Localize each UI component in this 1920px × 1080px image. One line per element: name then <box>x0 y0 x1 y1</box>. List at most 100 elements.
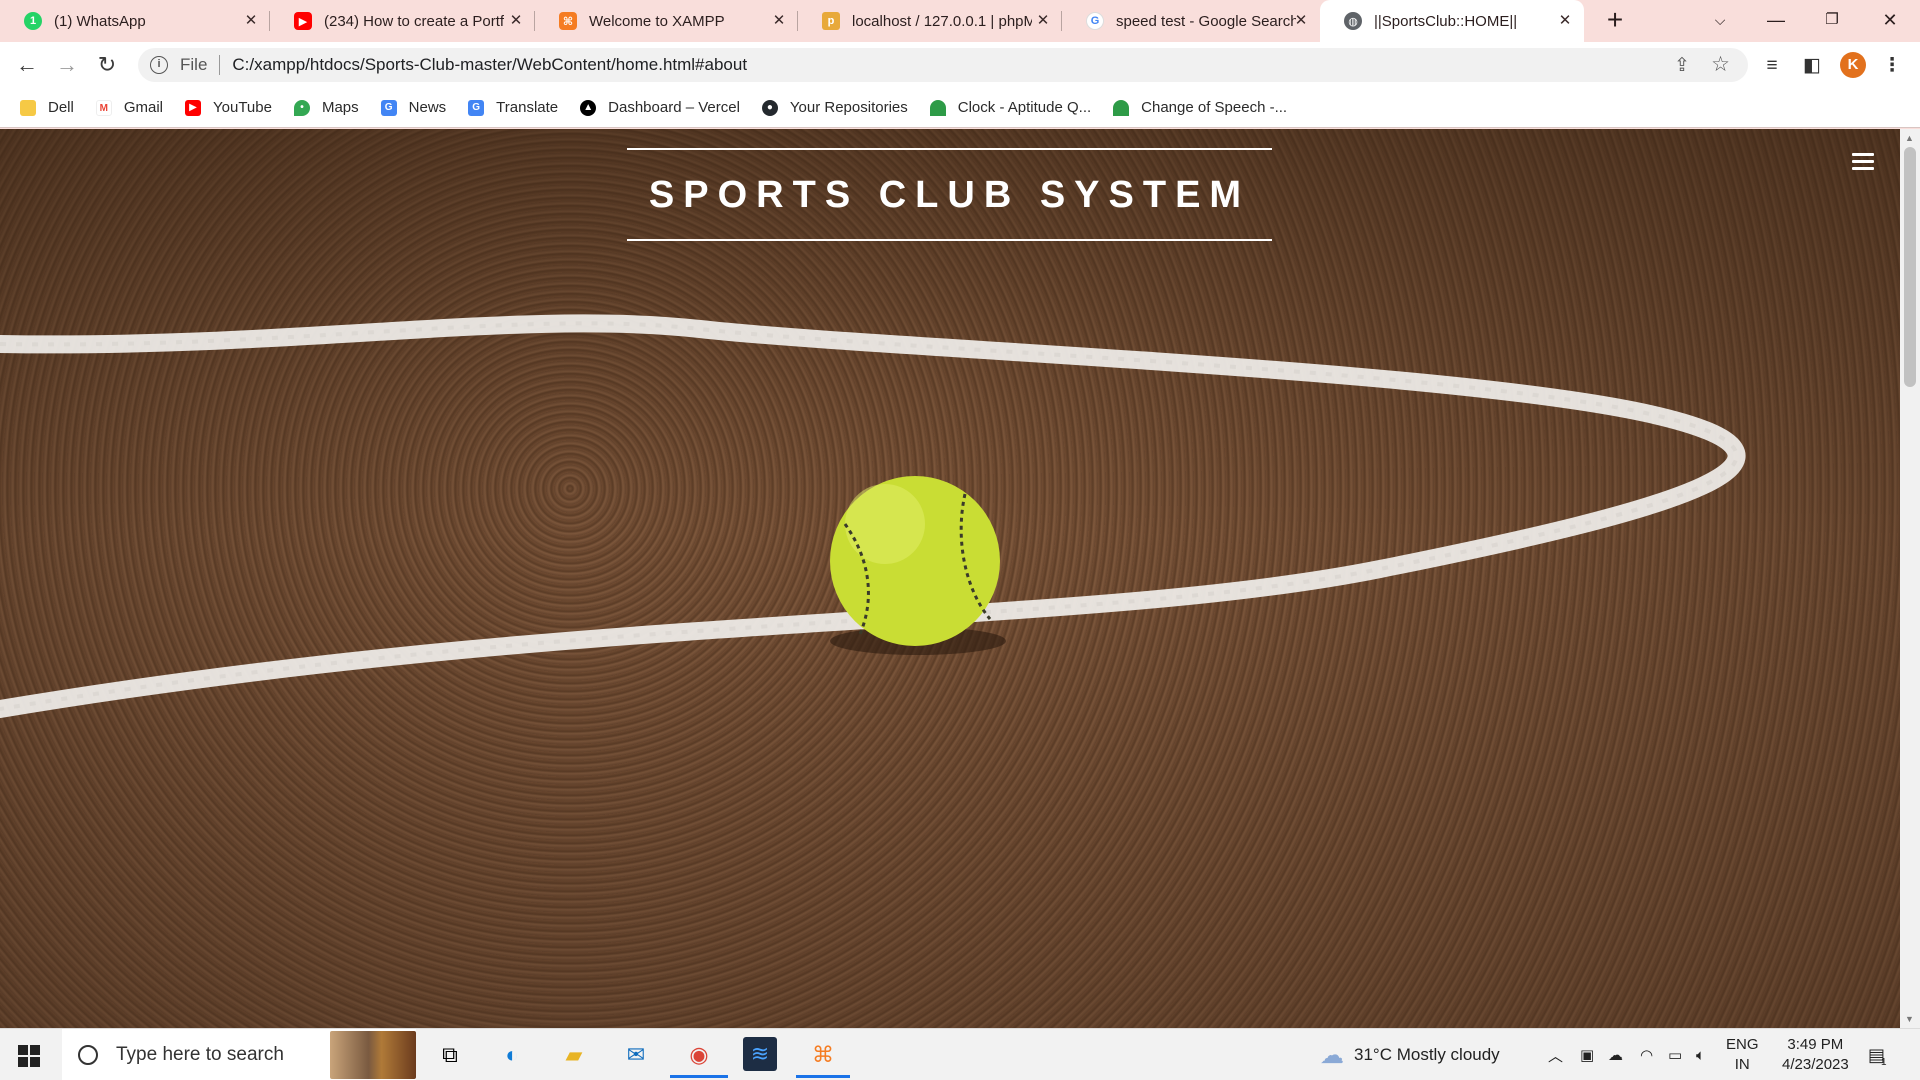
tab-xampp[interactable]: ⌘ Welcome to XAMPP ✕ <box>535 0 798 42</box>
close-icon[interactable]: ✕ <box>1292 12 1310 30</box>
clock-date: 4/23/2023 <box>1782 1056 1849 1073</box>
softball-field-illustration <box>0 314 1746 718</box>
windows-taskbar: Type here to search ⧉ ◐ ▰ ✉ ◉ ≋ ⌘ ☁ 31°C… <box>0 1028 1920 1080</box>
page-scrollbar[interactable]: ▲ ▼ <box>1900 129 1920 1028</box>
windows-start-icon[interactable] <box>18 1045 40 1067</box>
new-tab-button[interactable]: + <box>1600 6 1630 36</box>
onedrive-icon[interactable]: ☁ <box>1608 1029 1623 1080</box>
bookmark-label: News <box>408 99 447 116</box>
wifi-icon[interactable]: ◠ <box>1640 1029 1653 1080</box>
translate-icon: G <box>468 99 485 116</box>
notifications-icon[interactable]: ▤ 1 <box>1868 1029 1887 1080</box>
bookmark-maps[interactable]: • Maps <box>293 99 359 116</box>
reload-icon[interactable]: ↻ <box>92 50 122 80</box>
minimize-button[interactable]: — <box>1748 0 1804 42</box>
palm-icon <box>1113 99 1130 116</box>
clock[interactable]: 3:49 PM 4/23/2023 <box>1782 1035 1849 1075</box>
xampp-icon: ⌘ <box>559 12 577 30</box>
scroll-up-icon[interactable]: ▲ <box>1905 133 1914 143</box>
tab-search-chevron-icon[interactable]: ⌵ <box>1692 0 1748 42</box>
search-highlight-image[interactable] <box>330 1031 416 1079</box>
search-placeholder: Type here to search <box>116 1044 284 1065</box>
bookmark-youtube[interactable]: ▶ YouTube <box>185 99 272 116</box>
bookmark-label: Your Repositories <box>789 99 908 116</box>
bookmark-github[interactable]: ● Your Repositories <box>761 99 908 116</box>
close-icon[interactable]: ✕ <box>242 12 260 30</box>
language-indicator[interactable]: ENG IN <box>1726 1035 1759 1075</box>
back-arrow-icon[interactable]: ← <box>12 50 42 80</box>
xampp-active-indicator <box>796 1075 850 1078</box>
folder-icon <box>20 99 36 116</box>
battery-icon[interactable]: ▭ <box>1668 1029 1682 1080</box>
close-icon[interactable]: ✕ <box>507 12 525 30</box>
bookmark-gmail[interactable]: M Gmail <box>95 99 164 116</box>
file-explorer-icon[interactable]: ▰ <box>556 1037 592 1073</box>
share-icon[interactable]: ⇪ <box>1674 54 1690 77</box>
tab-youtube[interactable]: ▶ (234) How to create a Portfo ✕ <box>270 0 535 42</box>
bookmark-star-icon[interactable]: ☆ <box>1711 52 1730 77</box>
edge-icon[interactable]: ◐ <box>494 1037 530 1073</box>
bookmark-label: Clock - Aptitude Q... <box>957 99 1092 116</box>
tab-whatsapp[interactable]: 1 (1) WhatsApp ✕ <box>0 0 270 42</box>
profile-avatar[interactable]: K <box>1840 52 1866 78</box>
close-icon[interactable]: ✕ <box>1556 12 1574 30</box>
weather-text: 31°C Mostly cloudy <box>1354 1045 1500 1064</box>
tab-title: localhost / 127.0.0.1 | phpMy <box>852 12 1032 30</box>
info-icon[interactable]: i <box>150 56 168 74</box>
cloudy-weather-icon: ☁ <box>1320 1041 1344 1069</box>
media-control-icon[interactable]: ≡ <box>1760 54 1784 78</box>
forward-arrow-icon[interactable]: → <box>52 50 82 80</box>
url-text[interactable]: C:/xampp/htdocs/Sports-Club-master/WebCo… <box>232 55 747 75</box>
site-brand[interactable]: SPORTS CLUB SYSTEM <box>627 148 1272 241</box>
bookmark-dell[interactable]: Dell <box>20 99 74 116</box>
bookmark-label: Change of Speech -... <box>1141 99 1288 116</box>
scroll-down-icon[interactable]: ▼ <box>1905 1014 1914 1024</box>
bookmark-translate[interactable]: G Translate <box>468 99 558 116</box>
address-bar[interactable]: i File C:/xampp/htdocs/Sports-Club-maste… <box>138 48 1748 82</box>
bookmark-change-of-speech[interactable]: Change of Speech -... <box>1113 99 1287 116</box>
bookmark-label: Translate <box>496 99 559 116</box>
mail-icon[interactable]: ✉ <box>618 1037 654 1073</box>
tray-app-icon[interactable]: ▣ <box>1580 1029 1594 1080</box>
site-title: SPORTS CLUB SYSTEM <box>648 174 1251 216</box>
menu-kebab-icon[interactable]: ⋮ <box>1880 54 1904 78</box>
bookmark-news[interactable]: G News <box>380 99 447 116</box>
region-code: IN <box>1734 1056 1750 1073</box>
bookmarks-bar: Dell M Gmail ▶ YouTube • Maps G News G Transl… <box>0 88 1920 128</box>
xampp-icon[interactable]: ⌘ <box>805 1037 841 1073</box>
gmail-icon: M <box>95 99 112 116</box>
waves-app-icon[interactable]: ≋ <box>743 1037 777 1071</box>
tab-google-search[interactable]: G speed test - Google Search ✕ <box>1062 0 1320 42</box>
volume-icon[interactable]: 🔈︎ <box>1696 1029 1705 1080</box>
hero-background-image <box>0 129 1900 1028</box>
language-code: ENG <box>1726 1036 1759 1053</box>
notification-count: 1 <box>1881 1056 1887 1068</box>
hamburger-menu-icon[interactable] <box>1852 153 1874 171</box>
bookmark-vercel[interactable]: ▲ Dashboard – Vercel <box>580 99 740 116</box>
restore-button[interactable]: ❐ <box>1804 0 1860 42</box>
side-panel-icon[interactable]: ◧ <box>1800 54 1824 78</box>
palm-icon <box>929 99 946 116</box>
bookmark-clock-aptitude[interactable]: Clock - Aptitude Q... <box>929 99 1092 116</box>
tab-title: Welcome to XAMPP <box>589 12 725 30</box>
close-icon[interactable]: ✕ <box>770 12 788 30</box>
scrollbar-thumb[interactable] <box>1904 147 1916 387</box>
bookmark-label: Gmail <box>123 99 164 116</box>
browser-toolbar: ← → ↻ i File C:/xampp/htdocs/Sports-Club… <box>0 42 1920 88</box>
tab-title: ||SportsClub::HOME|| <box>1374 12 1518 30</box>
task-view-icon[interactable]: ⧉ <box>432 1037 468 1073</box>
bookmark-label: Maps <box>321 99 359 116</box>
page-viewport: SPORTS CLUB SYSTEM <box>0 129 1900 1028</box>
chrome-icon[interactable]: ◉ <box>681 1037 717 1073</box>
tab-phpmyadmin[interactable]: p localhost / 127.0.0.1 | phpMy ✕ <box>798 0 1062 42</box>
news-icon: G <box>380 99 397 116</box>
tab-sportsclub-home[interactable]: ◍ ||SportsClub::HOME|| ✕ <box>1320 0 1584 42</box>
weather-widget[interactable]: ☁ 31°C Mostly cloudy <box>1320 1029 1500 1080</box>
chrome-active-indicator <box>670 1075 728 1078</box>
tab-title: (234) How to create a Portfo <box>324 12 504 30</box>
window-close-button[interactable]: ✕ <box>1862 0 1918 42</box>
youtube-icon: ▶ <box>185 99 202 116</box>
tray-overflow-chevron-icon[interactable]: ︿ <box>1548 1029 1563 1080</box>
close-icon[interactable]: ✕ <box>1034 12 1052 30</box>
taskbar-search[interactable]: Type here to search <box>62 1029 416 1080</box>
